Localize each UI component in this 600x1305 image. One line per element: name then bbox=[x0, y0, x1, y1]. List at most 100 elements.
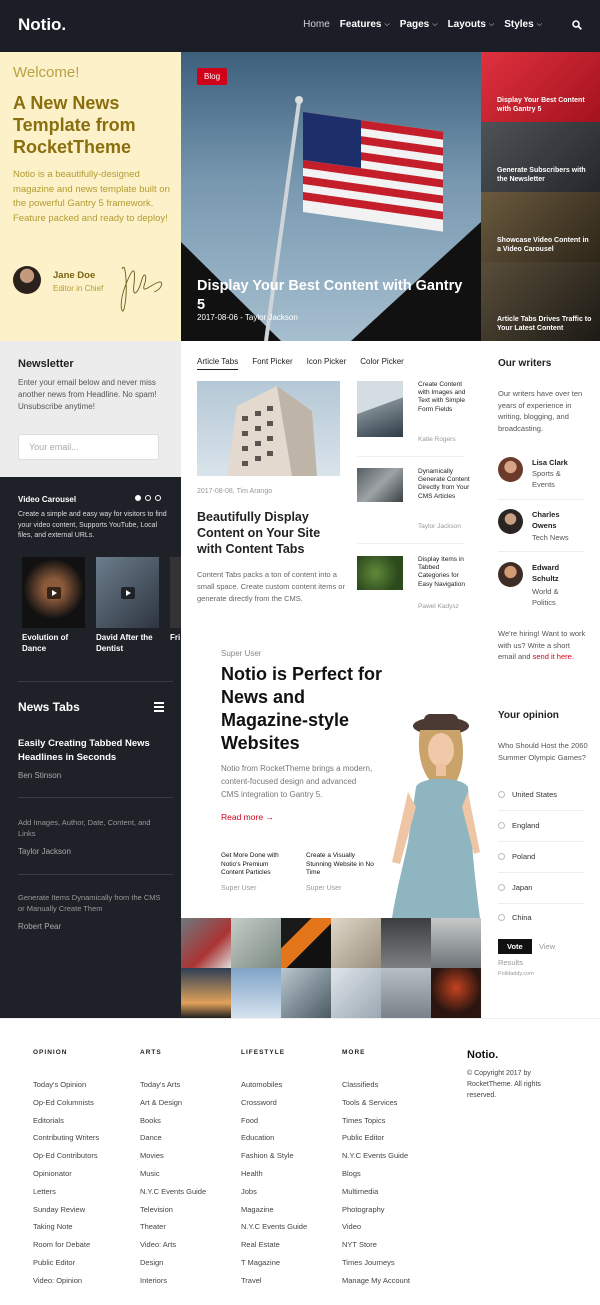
tab-icon-picker[interactable]: Icon Picker bbox=[307, 357, 347, 370]
grid-photo[interactable] bbox=[281, 968, 331, 1018]
article-title[interactable]: Beautifully Display Content on Your Site… bbox=[197, 509, 347, 557]
stack-item[interactable]: Article Tabs Drives Traffic to Your Late… bbox=[481, 262, 600, 341]
site-logo[interactable]: Notio. bbox=[18, 15, 66, 35]
footer-logo[interactable]: Notio. bbox=[467, 1049, 498, 1061]
footer-link[interactable]: Movies bbox=[140, 1147, 206, 1165]
grid-photo[interactable] bbox=[431, 918, 481, 968]
footer-link[interactable]: N.Y.C Events Guide bbox=[342, 1147, 410, 1165]
poll-radio[interactable] bbox=[498, 791, 505, 798]
avatar[interactable] bbox=[498, 562, 523, 587]
promo-link[interactable]: Create a Visually Stunning Website in No… bbox=[306, 852, 378, 878]
search-icon[interactable] bbox=[572, 19, 582, 30]
avatar[interactable] bbox=[498, 457, 523, 482]
video-caption[interactable]: David After the Dentist bbox=[96, 632, 161, 654]
footer-link[interactable]: Blogs bbox=[342, 1165, 410, 1183]
footer-link[interactable]: Magazine bbox=[241, 1201, 307, 1219]
grid-photo[interactable] bbox=[181, 968, 231, 1018]
video-caption[interactable]: Evolution of Dance bbox=[22, 632, 87, 654]
grid-photo[interactable] bbox=[381, 918, 431, 968]
footer-link[interactable]: NYT Store bbox=[342, 1236, 410, 1254]
news-headline[interactable]: Easily Creating Tabbed News Headlines in… bbox=[18, 737, 168, 765]
category-badge[interactable]: Blog bbox=[197, 68, 228, 85]
footer-link[interactable]: Video: Arts bbox=[140, 1236, 206, 1254]
news-headline[interactable]: Add Images, Author, Date, Content, and L… bbox=[18, 817, 168, 839]
nav-layouts[interactable]: Layouts ⌵ bbox=[448, 19, 495, 30]
poll-credit[interactable]: Polldaddy.com bbox=[498, 971, 534, 977]
nav-home[interactable]: Home bbox=[303, 19, 330, 30]
hiring-link[interactable]: send it here. bbox=[533, 652, 574, 661]
poll-radio[interactable] bbox=[498, 822, 505, 829]
stack-item[interactable]: Display Your Best Content with Gantry 5 bbox=[481, 52, 600, 122]
article-thumb[interactable] bbox=[357, 381, 403, 437]
poll-option[interactable]: China bbox=[512, 913, 532, 922]
footer-link[interactable]: Automobiles bbox=[241, 1076, 307, 1094]
side-article-title[interactable]: Dynamically Generate Content Directly fr… bbox=[418, 468, 470, 501]
footer-link[interactable]: Photography bbox=[342, 1201, 410, 1219]
footer-link[interactable]: Multimedia bbox=[342, 1183, 410, 1201]
footer-link[interactable]: T Magazine bbox=[241, 1254, 307, 1272]
footer-link[interactable]: Taking Note bbox=[33, 1218, 99, 1236]
side-article-title[interactable]: Display Items in Tabbed Categories for E… bbox=[418, 556, 470, 589]
poll-radio[interactable] bbox=[498, 914, 505, 921]
carousel-dot[interactable] bbox=[145, 495, 151, 501]
stack-item[interactable]: Showcase Video Content in a Video Carous… bbox=[481, 192, 600, 262]
footer-link[interactable]: Times Journeys bbox=[342, 1254, 410, 1272]
grid-photo[interactable] bbox=[381, 968, 431, 1018]
footer-link[interactable]: Design bbox=[140, 1254, 206, 1272]
footer-link[interactable]: Classifieds bbox=[342, 1076, 410, 1094]
poll-option[interactable]: Poland bbox=[512, 852, 535, 861]
view-results-link[interactable]: View bbox=[539, 942, 555, 951]
tab-font-picker[interactable]: Font Picker bbox=[252, 357, 292, 370]
read-more-link[interactable]: Read more → bbox=[221, 812, 274, 822]
footer-link[interactable]: Television bbox=[140, 1201, 206, 1219]
footer-link[interactable]: Dance bbox=[140, 1129, 206, 1147]
writer-name[interactable]: Edward Schultz bbox=[532, 562, 572, 584]
hero-feature[interactable]: Blog Display Your Best Content with Gant… bbox=[181, 52, 481, 341]
nav-pages[interactable]: Pages ⌵ bbox=[400, 19, 438, 30]
footer-link[interactable]: N.Y.C Events Guide bbox=[241, 1218, 307, 1236]
footer-link[interactable]: Tools & Services bbox=[342, 1094, 410, 1112]
grid-photo[interactable] bbox=[281, 918, 331, 968]
carousel-dot[interactable] bbox=[135, 495, 141, 501]
vote-button[interactable]: Vote bbox=[498, 939, 532, 954]
footer-link[interactable]: Op-Ed Contributors bbox=[33, 1147, 99, 1165]
stack-item[interactable]: Generate Subscribers with the Newsletter bbox=[481, 122, 600, 192]
footer-link[interactable]: N.Y.C Events Guide bbox=[140, 1183, 206, 1201]
video-caption[interactable]: Fri bbox=[170, 632, 181, 643]
footer-link[interactable]: Manage My Account bbox=[342, 1272, 410, 1290]
footer-link[interactable]: Health bbox=[241, 1165, 307, 1183]
grid-photo[interactable] bbox=[331, 968, 381, 1018]
footer-link[interactable]: Music bbox=[140, 1165, 206, 1183]
footer-link[interactable]: Contributing Writers bbox=[33, 1129, 99, 1147]
nav-features[interactable]: Features ⌵ bbox=[340, 19, 390, 30]
article-thumb[interactable] bbox=[357, 556, 403, 590]
tab-color-picker[interactable]: Color Picker bbox=[360, 357, 404, 370]
footer-link[interactable]: Education bbox=[241, 1129, 307, 1147]
footer-link[interactable]: Public Editor bbox=[342, 1129, 410, 1147]
poll-radio[interactable] bbox=[498, 884, 505, 891]
grid-photo[interactable] bbox=[331, 918, 381, 968]
footer-link[interactable]: Fashion & Style bbox=[241, 1147, 307, 1165]
footer-link[interactable]: Video bbox=[342, 1218, 410, 1236]
poll-option[interactable]: England bbox=[512, 821, 540, 830]
footer-link[interactable]: Travel bbox=[241, 1272, 307, 1290]
video-thumb[interactable] bbox=[22, 557, 85, 628]
poll-option[interactable]: United States bbox=[512, 790, 557, 799]
carousel-dot[interactable] bbox=[155, 495, 161, 501]
footer-link[interactable]: Op-Ed Columnists bbox=[33, 1094, 99, 1112]
email-field[interactable]: Your email... bbox=[18, 434, 159, 460]
footer-link[interactable]: Letters bbox=[33, 1183, 99, 1201]
grid-photo[interactable] bbox=[231, 918, 281, 968]
grid-photo[interactable] bbox=[181, 918, 231, 968]
footer-link[interactable]: Times Topics bbox=[342, 1112, 410, 1130]
menu-icon[interactable] bbox=[154, 702, 164, 714]
nav-styles[interactable]: Styles ⌵ bbox=[504, 19, 542, 30]
grid-photo[interactable] bbox=[231, 968, 281, 1018]
footer-link[interactable]: Interiors bbox=[140, 1272, 206, 1290]
poll-radio[interactable] bbox=[498, 853, 505, 860]
poll-option[interactable]: Japan bbox=[512, 883, 532, 892]
footer-link[interactable]: Editorials bbox=[33, 1112, 99, 1130]
building-image[interactable] bbox=[197, 381, 340, 476]
video-thumb[interactable] bbox=[170, 557, 181, 628]
avatar[interactable] bbox=[498, 509, 523, 534]
